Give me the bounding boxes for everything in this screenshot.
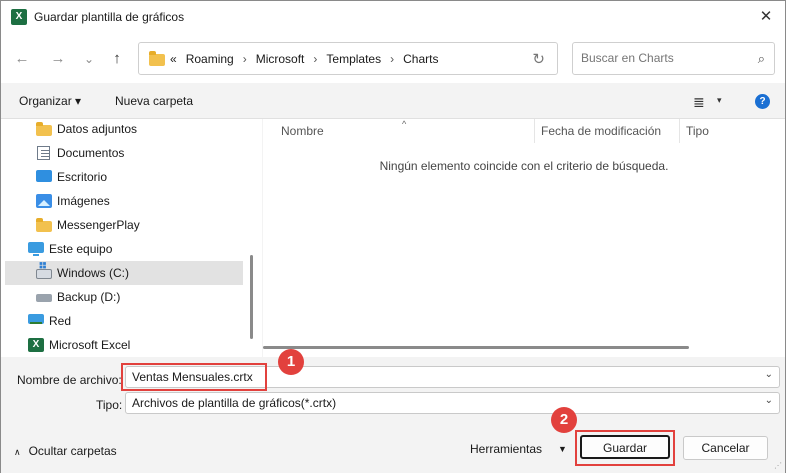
tools-button[interactable]: Herramientas	[470, 442, 542, 456]
sort-ascending-icon: ^	[402, 119, 407, 129]
back-button[interactable]: ←	[12, 50, 32, 68]
window-title: Guardar plantilla de gráficos	[34, 10, 185, 24]
breadcrumb-roaming[interactable]: Roaming	[186, 52, 234, 66]
hide-folders-button[interactable]: ∧ Ocultar carpetas	[14, 444, 117, 458]
chevron-right-icon[interactable]: ›	[390, 52, 394, 66]
chevron-down-icon[interactable]: ⌄	[765, 395, 773, 406]
breadcrumb-charts[interactable]: Charts	[403, 52, 438, 66]
folder-icon	[36, 122, 52, 136]
view-options-icon[interactable]: ≣	[693, 94, 705, 111]
highlight-save-box	[575, 430, 675, 466]
step-badge-1: 1	[278, 349, 304, 375]
sidebar-item-escritorio[interactable]: Escritorio	[1, 165, 243, 189]
breadcrumb: « Roaming › Microsoft › Templates › Char…	[170, 52, 447, 66]
breadcrumb-templates[interactable]: Templates	[326, 52, 381, 66]
chevron-right-icon[interactable]: ›	[243, 52, 247, 66]
search-icon[interactable]: ⌕	[758, 51, 765, 67]
sidebar-item-label: Datos adjuntos	[57, 122, 138, 136]
column-divider[interactable]	[679, 119, 680, 143]
chevron-down-icon[interactable]: ▼	[558, 444, 567, 454]
navigation-pane: Datos adjuntos Documentos Escritorio Imá…	[1, 119, 262, 357]
navigation-bar: ← → ⌄ ↑ « Roaming › Microsoft › Template…	[1, 33, 785, 83]
desktop-icon	[36, 170, 52, 182]
sidebar-item-label: Red	[49, 314, 72, 328]
folder-icon	[149, 51, 165, 66]
file-list-scrollbar[interactable]	[263, 346, 689, 349]
sidebar-item-label: Escritorio	[57, 170, 108, 184]
file-list: ^ Nombre Fecha de modificación Tipo Ning…	[263, 119, 785, 357]
new-folder-button[interactable]: Nueva carpeta	[115, 94, 193, 108]
type-label: Tipo:	[96, 398, 123, 412]
filename-label: Nombre de archivo:	[17, 373, 122, 387]
up-button[interactable]: ↑	[107, 50, 127, 68]
hide-folders-label: Ocultar carpetas	[28, 444, 117, 458]
column-header-name[interactable]: Nombre	[281, 124, 324, 138]
this-pc-icon	[28, 242, 44, 256]
command-bar: Organizar ▾ Nueva carpeta ≣ ▾ ?	[1, 83, 785, 119]
sidebar-item-label: Imágenes	[57, 194, 110, 208]
column-divider[interactable]	[534, 119, 535, 143]
close-button[interactable]: ✕	[755, 7, 777, 27]
file-type-select[interactable]: Archivos de plantilla de gráficos(*.crtx…	[125, 392, 780, 414]
column-header-date[interactable]: Fecha de modificación	[541, 124, 661, 138]
sidebar-item-label: Windows (C:)	[57, 266, 130, 280]
excel-icon: X	[28, 338, 44, 352]
address-bar[interactable]: « Roaming › Microsoft › Templates › Char…	[138, 42, 558, 75]
sidebar-item-label: Microsoft Excel	[49, 338, 131, 352]
sidebar-item-este-equipo[interactable]: Este equipo	[1, 237, 243, 261]
highlight-filename-box	[121, 363, 267, 391]
sidebar-scrollbar[interactable]	[250, 255, 253, 339]
documents-icon	[37, 146, 50, 160]
sidebar-item-label: Este equipo	[49, 242, 113, 256]
pictures-icon	[36, 194, 52, 208]
recent-locations-button[interactable]: ⌄	[79, 50, 99, 68]
drive-icon	[36, 269, 52, 279]
network-icon	[28, 314, 44, 324]
sidebar-item-backup-d[interactable]: Backup (D:)	[1, 285, 243, 309]
forward-button[interactable]: →	[48, 50, 68, 68]
sidebar-item-label: Documentos	[57, 146, 125, 160]
file-type-value[interactable]: Archivos de plantilla de gráficos(*.crtx…	[132, 396, 336, 410]
empty-state-message: Ningún elemento coincide con el criterio…	[379, 159, 669, 173]
save-form: Nombre de archivo: Ventas Mensuales.crtx…	[1, 349, 785, 473]
cancel-button[interactable]: Cancelar	[683, 436, 768, 460]
sidebar-item-microsoft-excel[interactable]: X Microsoft Excel	[1, 333, 243, 357]
chevron-down-icon[interactable]: ⌄	[765, 369, 773, 380]
sidebar-item-label: Backup (D:)	[57, 290, 121, 304]
breadcrumb-microsoft[interactable]: Microsoft	[256, 52, 305, 66]
title-bar: X Guardar plantilla de gráficos ✕	[1, 1, 785, 33]
sidebar-item-windows-c[interactable]: Windows (C:)	[5, 261, 243, 285]
folder-icon	[36, 218, 52, 232]
sidebar-item-label: MessengerPlay	[57, 218, 140, 232]
search-box[interactable]: ⌕	[572, 42, 775, 75]
chevron-down-icon[interactable]: ▾	[717, 95, 722, 106]
refresh-icon[interactable]: ↻	[532, 50, 545, 68]
organize-button[interactable]: Organizar ▾	[19, 94, 81, 108]
column-header-type[interactable]: Tipo	[686, 124, 709, 138]
search-input[interactable]	[581, 51, 741, 65]
resize-grip-icon[interactable]: ⋰	[774, 461, 782, 470]
breadcrumb-overflow-button[interactable]: «	[170, 52, 177, 66]
usb-drive-icon	[36, 294, 52, 302]
sidebar-item-datos-adjuntos[interactable]: Datos adjuntos	[1, 119, 243, 141]
sidebar-item-imagenes[interactable]: Imágenes	[1, 189, 243, 213]
excel-icon: X	[11, 9, 27, 25]
sidebar-item-red[interactable]: Red	[1, 309, 243, 333]
sidebar-item-messengerplay[interactable]: MessengerPlay	[1, 213, 243, 237]
help-icon[interactable]: ?	[755, 94, 770, 109]
save-chart-template-dialog: X Guardar plantilla de gráficos ✕ ← → ⌄ …	[0, 0, 786, 473]
chevron-right-icon[interactable]: ›	[313, 52, 317, 66]
step-badge-2: 2	[551, 407, 577, 433]
chevron-up-icon: ∧	[14, 447, 21, 457]
sidebar-item-documentos[interactable]: Documentos	[1, 141, 243, 165]
